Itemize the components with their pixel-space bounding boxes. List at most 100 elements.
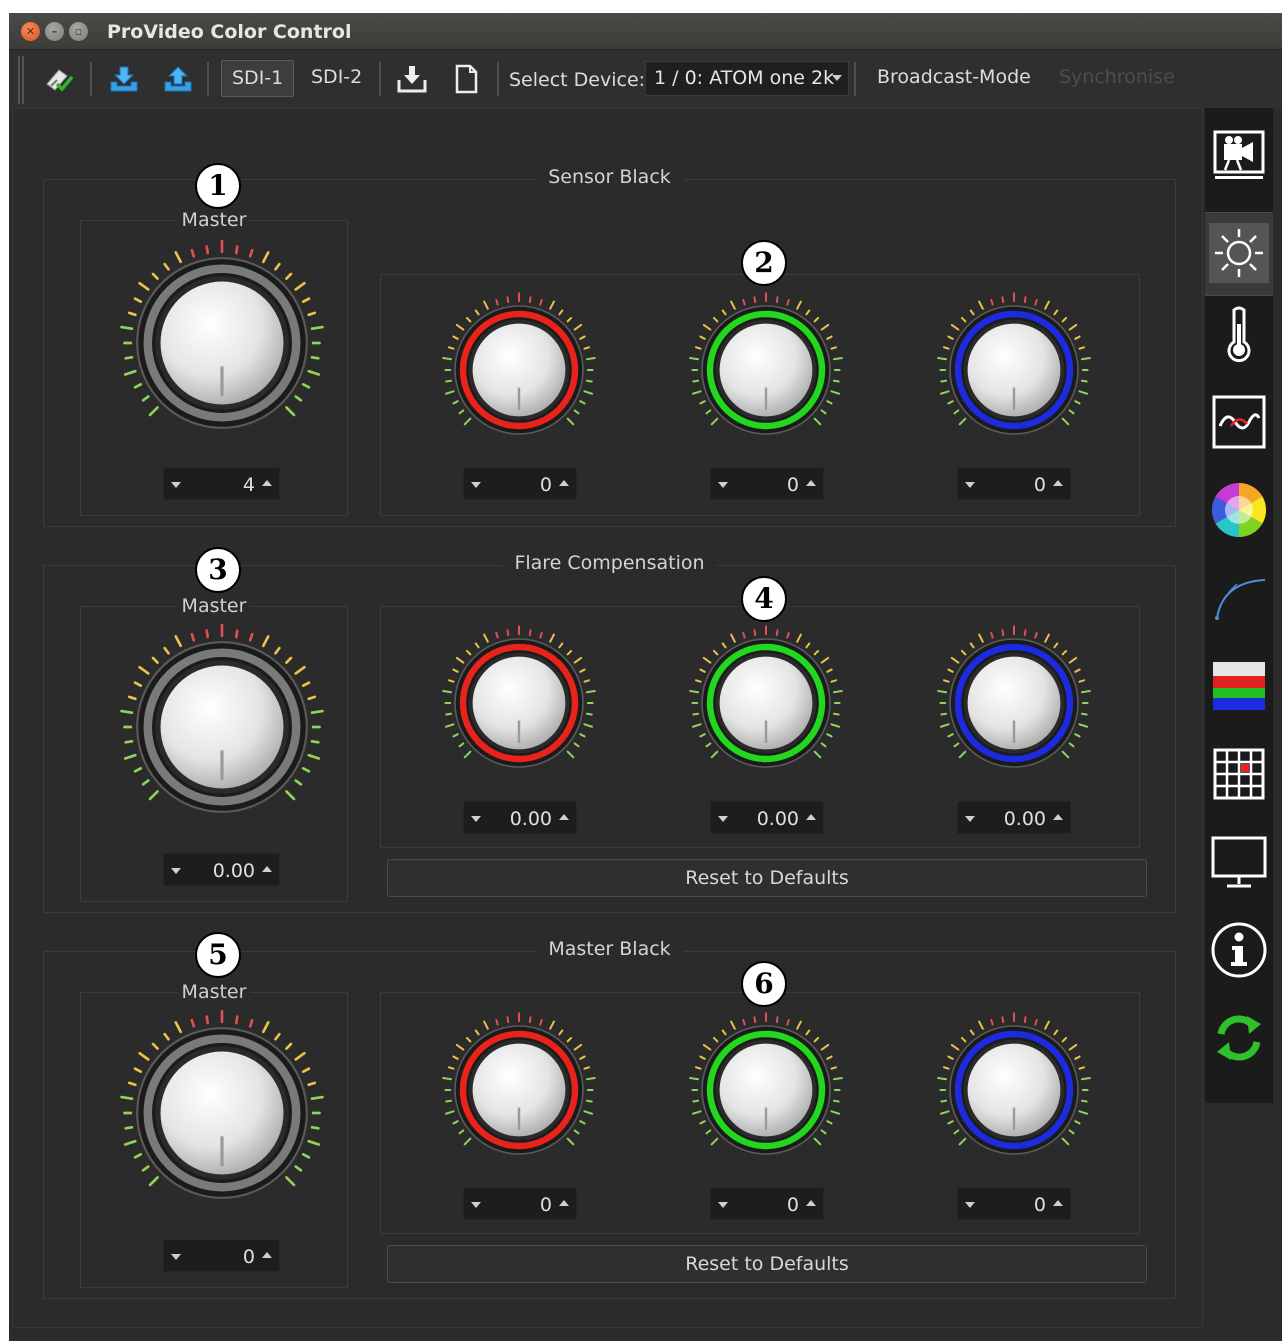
master-label: Master (177, 595, 251, 617)
reset-to-defaults-button[interactable]: Reset to Defaults (387, 1245, 1147, 1283)
increment-icon[interactable] (1053, 814, 1063, 820)
sidebar-item-grid[interactable] (1209, 744, 1269, 804)
master-spinbox[interactable]: 0 (163, 1239, 280, 1272)
broadcast-mode-button[interactable]: Broadcast-Mode (867, 60, 1041, 97)
red-spinbox[interactable]: 0 (463, 1187, 577, 1220)
grid-icon (1213, 748, 1265, 800)
sidebar-item-refresh[interactable] (1209, 1008, 1269, 1068)
decrement-icon[interactable] (718, 482, 728, 488)
minimize-window-button[interactable]: – (45, 22, 64, 41)
window-title: ProVideo Color Control (107, 21, 352, 43)
synchronise-button[interactable]: Synchronise (1049, 60, 1185, 97)
curve-icon (1215, 579, 1266, 620)
callout-marker: 2 (741, 240, 787, 286)
blue-knob[interactable] (934, 623, 1094, 783)
red-knob[interactable] (439, 290, 599, 450)
section-title: Master Black (536, 938, 683, 960)
green-spinbox[interactable]: 0 (710, 1187, 824, 1220)
green-knob[interactable] (686, 1010, 846, 1170)
master-knob[interactable] (116, 1007, 328, 1219)
decrement-icon[interactable] (171, 868, 181, 874)
tab-sdi-2[interactable]: SDI-2 (301, 60, 372, 97)
sidebar-item-monitor[interactable] (1209, 832, 1269, 892)
blue-knob[interactable] (934, 290, 1094, 450)
increment-icon[interactable] (1053, 1200, 1063, 1206)
decrement-icon[interactable] (171, 1254, 181, 1260)
blue-spinbox[interactable]: 0.00 (957, 801, 1071, 834)
sidebar-item-info[interactable] (1209, 920, 1269, 980)
blue-spinbox[interactable]: 0 (957, 467, 1071, 500)
red-spinbox[interactable]: 0.00 (463, 801, 577, 834)
decrement-icon[interactable] (171, 482, 181, 488)
new-file-icon[interactable] (449, 64, 483, 94)
increment-icon[interactable] (262, 480, 272, 486)
decrement-icon[interactable] (718, 816, 728, 822)
decrement-icon[interactable] (965, 482, 975, 488)
section-title: Flare Compensation (502, 552, 717, 574)
toolbar-grip-icon[interactable] (18, 56, 24, 104)
master-knob[interactable] (116, 621, 328, 833)
red-spinbox[interactable]: 0 (463, 467, 577, 500)
increment-icon[interactable] (559, 814, 569, 820)
spinbox-value: 0.00 (756, 808, 799, 830)
increment-icon[interactable] (262, 866, 272, 872)
red-knob[interactable] (439, 1010, 599, 1170)
download-blue-icon[interactable] (107, 64, 141, 94)
increment-icon[interactable] (559, 480, 569, 486)
save-to-device-icon[interactable] (395, 64, 429, 94)
decrement-icon[interactable] (471, 816, 481, 822)
chevron-down-icon (832, 75, 842, 81)
spinbox-value: 0.00 (509, 808, 552, 830)
blue-spinbox[interactable]: 0 (957, 1187, 1071, 1220)
decrement-icon[interactable] (965, 816, 975, 822)
blue-knob[interactable] (934, 1010, 1094, 1170)
rgb-bars-icon (1213, 662, 1265, 710)
sidebar-item-gamma[interactable] (1209, 392, 1269, 452)
green-knob[interactable] (686, 290, 846, 450)
section-title: Sensor Black (536, 166, 683, 188)
spinbox-value: 0 (1033, 474, 1046, 496)
decrement-icon[interactable] (471, 1202, 481, 1208)
spinbox-value: 0 (1033, 1194, 1046, 1216)
increment-icon[interactable] (262, 1252, 272, 1258)
sidebar-item-rgb-bars[interactable] (1209, 656, 1269, 716)
close-window-button[interactable]: ✕ (21, 22, 40, 41)
increment-icon[interactable] (806, 1200, 816, 1206)
sidebar-item-brightness[interactable] (1205, 212, 1273, 296)
spinbox-value: 0.00 (1003, 808, 1046, 830)
callout-marker: 3 (195, 547, 241, 593)
device-select[interactable]: 1 / 0: ATOM one 2k (645, 61, 849, 96)
increment-icon[interactable] (1053, 480, 1063, 486)
maximize-window-button[interactable]: ▫ (69, 22, 88, 41)
sidebar-item-temperature[interactable] (1209, 304, 1269, 364)
green-spinbox[interactable]: 0.00 (710, 801, 824, 834)
master-spinbox[interactable]: 4 (163, 467, 280, 500)
decrement-icon[interactable] (471, 482, 481, 488)
green-spinbox[interactable]: 0 (710, 467, 824, 500)
device-select-value: 1 / 0: ATOM one 2k (654, 67, 835, 89)
master-spinbox[interactable]: 0.00 (163, 853, 280, 886)
increment-icon[interactable] (806, 814, 816, 820)
spinbox-value: 0 (539, 1194, 552, 1216)
callout-marker: 6 (741, 961, 787, 1007)
sidebar-item-curve[interactable] (1209, 568, 1269, 628)
sidebar-item-camera[interactable] (1209, 124, 1269, 184)
reset-to-defaults-button[interactable]: Reset to Defaults (387, 859, 1147, 897)
decrement-icon[interactable] (718, 1202, 728, 1208)
spinbox-value: 0 (786, 1194, 799, 1216)
red-knob[interactable] (439, 623, 599, 783)
brightness-icon (1209, 223, 1269, 283)
select-device-label: Select Device: (509, 69, 646, 91)
increment-icon[interactable] (559, 1200, 569, 1206)
sidebar-item-color-wheel[interactable] (1209, 480, 1269, 540)
eraser-check-icon[interactable] (41, 64, 75, 94)
callout-marker: 1 (195, 163, 241, 209)
decrement-icon[interactable] (965, 1202, 975, 1208)
upload-blue-icon[interactable] (161, 64, 195, 94)
monitor-icon (1211, 836, 1267, 888)
green-knob[interactable] (686, 623, 846, 783)
increment-icon[interactable] (806, 480, 816, 486)
master-knob[interactable] (116, 237, 328, 449)
tab-sdi-1[interactable]: SDI-1 (221, 60, 295, 97)
sidebar (1205, 108, 1273, 1103)
